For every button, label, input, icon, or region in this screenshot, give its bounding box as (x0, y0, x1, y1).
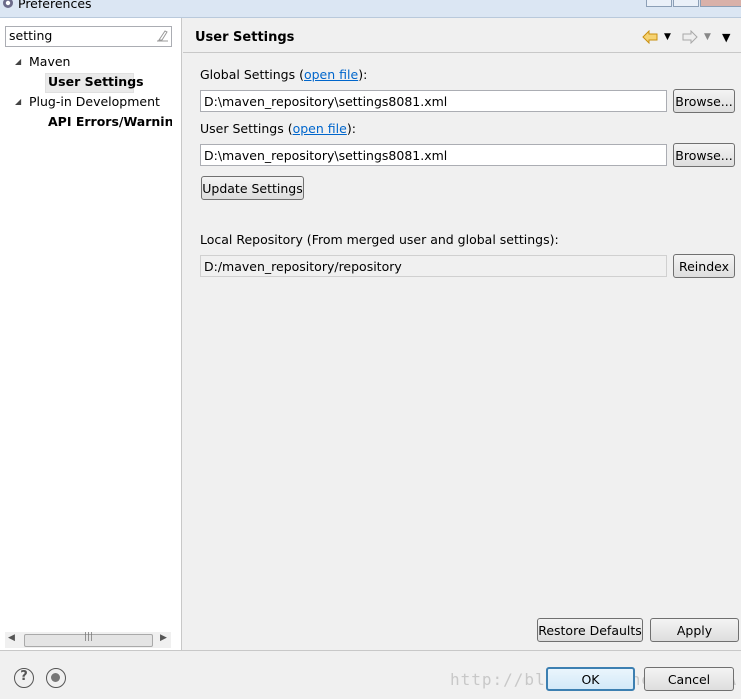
minimize-button[interactable] (646, 0, 672, 7)
cancel-button[interactable]: Cancel (644, 667, 734, 691)
expanded-arrow-icon[interactable]: ◢ (15, 57, 21, 66)
ok-button[interactable]: OK (546, 667, 635, 691)
global-settings-field[interactable]: D:\maven_repository\settings8081.xml (200, 90, 667, 112)
tree-item-api-errors-warnings[interactable]: API Errors/Warnings (48, 114, 172, 129)
maximize-button[interactable] (673, 0, 699, 7)
back-arrow-icon[interactable] (642, 30, 658, 44)
scrollbar-thumb[interactable]: ||| (24, 632, 153, 647)
tree-item-user-settings[interactable]: User Settings (48, 74, 144, 89)
local-repository-label: Local Repository (From merged user and g… (200, 232, 559, 247)
apply-button[interactable]: Apply (650, 618, 739, 642)
title-bar: Preferences (0, 0, 741, 18)
window-title: Preferences (18, 0, 92, 11)
update-settings-button[interactable]: Update Settings (201, 176, 304, 200)
user-settings-field[interactable]: D:\maven_repository\settings8081.xml (200, 144, 667, 166)
grip-icon: ||| (84, 632, 94, 642)
global-settings-label: Global Settings (open file): (200, 67, 367, 82)
record-icon[interactable] (46, 668, 66, 688)
user-settings-label-text: User Settings ( (200, 121, 293, 136)
forward-history-dropdown-icon[interactable]: ▼ (704, 32, 711, 42)
scroll-right-icon[interactable]: ▶ (160, 633, 167, 643)
global-settings-label-suffix: ): (358, 67, 368, 82)
tree-item-plugin-development[interactable]: Plug-in Development (29, 94, 160, 109)
user-settings-browse-button[interactable]: Browse... (673, 143, 735, 167)
global-settings-browse-button[interactable]: Browse... (673, 89, 735, 113)
local-repository-field: D:/maven_repository/repository (200, 255, 667, 277)
global-settings-open-file-link[interactable]: open file (304, 67, 358, 82)
restore-defaults-button[interactable]: Restore Defaults (537, 618, 643, 642)
close-button[interactable] (700, 0, 741, 7)
back-history-dropdown-icon[interactable]: ▼ (664, 32, 671, 42)
filter-input[interactable]: setting (5, 26, 172, 47)
page-title: User Settings (195, 30, 295, 45)
scroll-left-icon[interactable]: ◀ (8, 633, 15, 643)
header-divider (183, 52, 741, 53)
clear-filter-icon[interactable] (156, 29, 169, 42)
reindex-button[interactable]: Reindex (673, 254, 735, 278)
expanded-arrow-icon[interactable]: ◢ (15, 97, 21, 106)
user-settings-open-file-link[interactable]: open file (293, 121, 347, 136)
user-settings-label-suffix: ): (346, 121, 356, 136)
preferences-tree-pane (0, 18, 182, 650)
record-dot (51, 673, 60, 682)
user-settings-label: User Settings (open file): (200, 121, 356, 136)
forward-arrow-icon[interactable] (682, 30, 698, 44)
footer-divider (0, 650, 741, 651)
help-icon[interactable]: ? (14, 668, 34, 688)
tree-item-maven[interactable]: Maven (29, 54, 70, 69)
global-settings-label-text: Global Settings ( (200, 67, 304, 82)
view-menu-icon[interactable]: ▼ (722, 31, 730, 44)
horizontal-scrollbar[interactable]: ◀ ||| ▶ (5, 632, 171, 648)
gear-icon (3, 0, 13, 8)
filter-text: setting (9, 28, 53, 43)
